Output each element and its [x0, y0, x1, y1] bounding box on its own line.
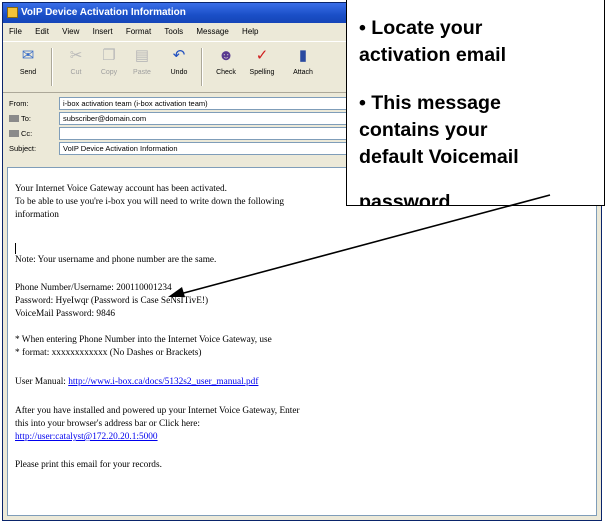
body-note: Note: Your username and phone number are… [15, 255, 217, 265]
menu-tools[interactable]: Tools [164, 23, 183, 40]
attach-label: Attach [293, 69, 313, 76]
user-manual-label: User Manual: [15, 377, 66, 387]
menu-format[interactable]: Format [126, 23, 151, 40]
callout-line: password [359, 191, 451, 206]
send-button[interactable]: ✉ Send [12, 47, 44, 77]
phone-number-line: Phone Number/Username: 200110001234 [15, 283, 172, 293]
callout-line: activation email [359, 44, 507, 66]
voicemail-password-line: VoiceMail Password: 9846 [15, 309, 116, 319]
menu-help[interactable]: Help [242, 23, 258, 40]
address-book-icon [9, 130, 19, 137]
undo-button[interactable]: ↶ Undo [163, 47, 195, 77]
paste-label: Paste [133, 69, 151, 76]
menu-view[interactable]: View [62, 23, 79, 40]
body-line: Please print this email for your records… [15, 460, 162, 470]
check-label: Check [216, 69, 236, 76]
envelope-icon [7, 7, 18, 18]
menu-edit[interactable]: Edit [35, 23, 49, 40]
paste-button[interactable]: ▤ Paste [126, 47, 158, 77]
undo-icon: ↶ [172, 47, 186, 64]
user-manual-link[interactable]: http://www.i-box.ca/docs/5132s2_user_man… [68, 377, 258, 387]
body-line: * format: xxxxxxxxxxxx (No Dashes or Bra… [15, 348, 202, 358]
callout-line: default Voicemail [359, 146, 519, 168]
copy-icon: ❐ [102, 47, 116, 64]
callout-line: • This message [359, 92, 501, 114]
body-line: information [15, 210, 59, 220]
spelling-button[interactable]: ✓ Spelling [246, 47, 278, 77]
copy-button[interactable]: ❐ Copy [93, 47, 125, 77]
check-names-button[interactable]: ☻ Check [210, 47, 242, 77]
cut-label: Cut [70, 69, 82, 76]
cut-icon: ✂ [69, 47, 83, 64]
text-cursor [15, 243, 16, 254]
cut-button[interactable]: ✂ Cut [60, 47, 92, 77]
undo-label: Undo [170, 69, 188, 76]
paste-icon: ▤ [134, 47, 150, 64]
spelling-label: Spelling [249, 69, 275, 76]
address-book-icon [9, 115, 19, 122]
spelling-icon: ✓ [255, 47, 269, 64]
body-line: To be able to use you're i-box you will … [15, 197, 285, 207]
cc-label-text: Cc: [21, 129, 33, 138]
user-manual-line: User Manual: http://www.i-box.ca/docs/51… [15, 377, 258, 387]
callout-line: contains your [359, 119, 488, 141]
password-line: Password: HyeIwqr (Password is Case SeNs… [15, 296, 209, 306]
to-label-text: To: [21, 114, 32, 123]
callout-line: • Locate your [359, 17, 483, 39]
annotation-callout: • Locate your activation email • This me… [346, 0, 605, 206]
message-body[interactable]: Your Internet Voice Gateway account has … [7, 167, 597, 516]
body-line: this into your browser's address bar or … [15, 419, 200, 429]
window-title: VoIP Device Activation Information [21, 7, 186, 18]
body-line: * When entering Phone Number into the In… [15, 335, 272, 345]
menu-file[interactable]: File [9, 23, 22, 40]
toolbar-separator [201, 48, 203, 86]
body-line: Your Internet Voice Gateway account has … [15, 184, 227, 194]
attach-button[interactable]: ▮ Attach [287, 47, 319, 77]
attach-icon: ▮ [298, 47, 308, 64]
send-label: Send [19, 69, 37, 76]
to-label[interactable]: To: [9, 114, 57, 123]
subject-label: Subject: [9, 144, 37, 153]
copy-label: Copy [100, 69, 118, 76]
menu-message[interactable]: Message [196, 23, 228, 40]
menu-insert[interactable]: Insert [93, 23, 113, 40]
gateway-link[interactable]: http://user:catalyst@172.20.20.1:5000 [15, 432, 158, 442]
cc-label[interactable]: Cc: [9, 129, 57, 138]
send-icon: ✉ [21, 47, 35, 64]
check-names-icon: ☻ [218, 47, 234, 64]
body-line: After you have installed and powered up … [15, 406, 300, 416]
toolbar-separator [51, 48, 53, 86]
from-label: From: [9, 99, 29, 108]
